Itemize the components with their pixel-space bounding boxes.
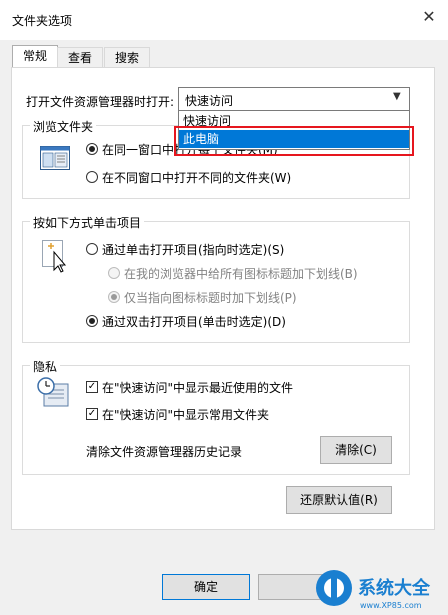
click-items-group-label: 按如下方式单击项目 [30,214,145,231]
clear-button[interactable]: 清除(C) [320,436,392,464]
privacy-group-label: 隐私 [30,358,61,375]
checkbox-recent-files-label[interactable]: 在"快速访问"中显示最近使用的文件 [102,379,293,396]
highlight-annotation-box [174,126,414,156]
checkbox-frequent-folders[interactable]: ✓ [86,408,98,420]
title-bar: 文件夹选项 ✕ [0,0,448,40]
checkbox-recent-files[interactable]: ✓ [86,381,98,393]
radio-underline-browser [108,267,120,279]
checkbox-frequent-folders-label[interactable]: 在"快速访问"中显示常用文件夹 [102,406,269,423]
tab-general-label: 常规 [22,49,47,63]
radio-double-click[interactable] [86,315,98,327]
radio-double-click-label[interactable]: 通过双击打开项目(单击时选定)(D) [102,313,286,330]
tab-view-label: 查看 [67,51,92,65]
watermark-brand: 系统大全 [358,577,431,599]
radio-new-window-label[interactable]: 在不同窗口中打开不同的文件夹(W) [102,169,291,186]
open-explorer-select[interactable]: 快速访问 ▼ [178,87,410,111]
window-panes-icon [40,146,70,173]
radio-single-click[interactable] [86,243,98,255]
chevron-down-icon[interactable]: ▼ [393,91,401,102]
radio-same-window[interactable] [86,143,98,155]
open-explorer-label: 打开文件资源管理器时打开: [26,95,175,109]
tab-search[interactable]: 搜索 [104,47,150,68]
window-title: 文件夹选项 [12,14,73,28]
open-explorer-select-value: 快速访问 [185,94,234,108]
tab-search-label: 搜索 [114,51,139,65]
close-icon[interactable]: ✕ [420,8,438,26]
radio-new-window[interactable] [86,171,98,183]
restore-defaults-button[interactable]: 还原默认值(R) [286,486,392,514]
watermark-logo: 系统大全 www.XP85.com [296,560,446,612]
tab-view[interactable]: 查看 [57,47,103,68]
watermark-url: www.XP85.com [360,601,422,610]
radio-underline-hover-label: 仅当指向图标标题时加下划线(P) [124,291,297,305]
radio-single-click-label[interactable]: 通过单击打开项目(指向时选定)(S) [102,241,284,258]
browse-folders-group-label: 浏览文件夹 [30,118,97,135]
radio-underline-hover [108,291,120,303]
privacy-clock-icon [36,376,70,413]
ok-button[interactable]: 确定 [162,574,250,600]
clear-history-label: 清除文件资源管理器历史记录 [86,445,243,459]
cursor-click-icon [42,240,70,277]
radio-underline-browser-label: 在我的浏览器中给所有图标标题加下划线(B) [124,267,358,281]
tab-general[interactable]: 常规 [12,45,58,68]
